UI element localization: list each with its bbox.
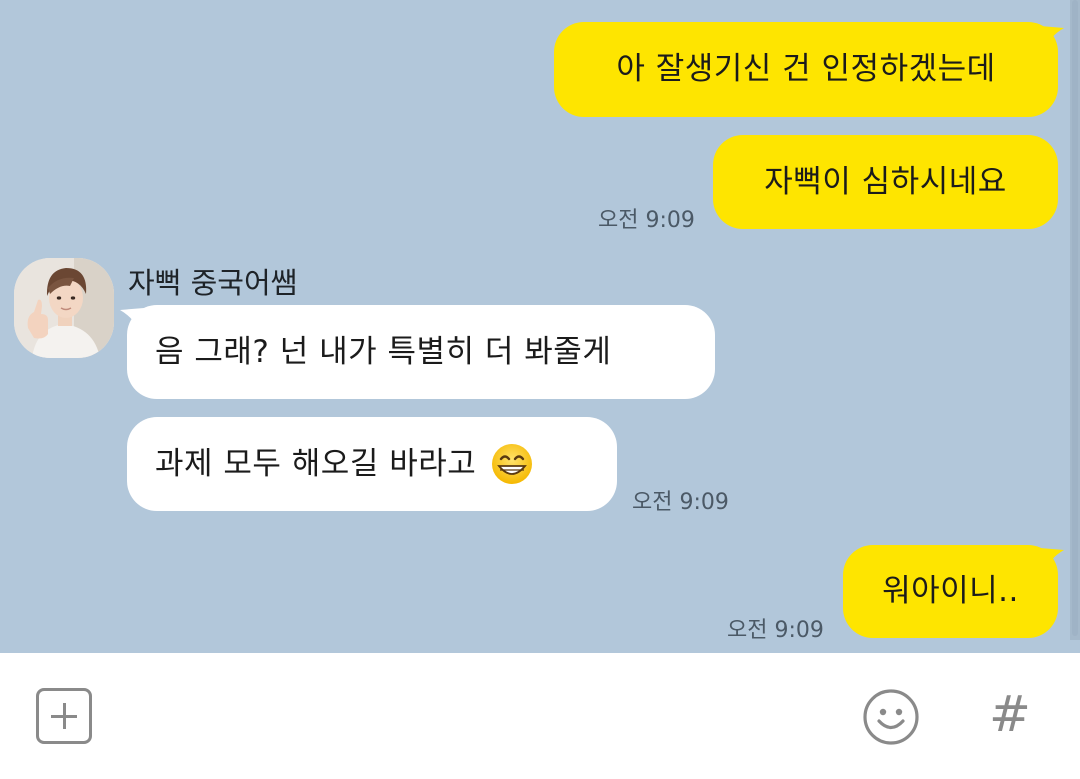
message-timestamp: 오전 9:09 [632,490,729,515]
message-text: 아 잘생기신 건 인정하겠는데 [616,51,996,87]
message-timestamp: 오전 9:09 [598,208,695,233]
message-text: 과제 모두 해오길 바라고 [155,445,477,482]
their-message-bubble[interactable]: 음 그래? 넌 내가 특별히 더 봐줄게 [127,305,715,399]
plus-square-icon[interactable] [36,688,92,744]
scrollbar[interactable] [1070,0,1080,640]
message-text: 음 그래? 넌 내가 특별히 더 봐줄게 [155,333,612,370]
grinning-face-emoji [492,444,533,484]
sender-name: 자뻑 중국어쌤 [128,266,298,300]
message-timestamp: 오전 9:09 [727,618,824,643]
bubble-tail [1040,548,1064,570]
chat-area[interactable]: 아 잘생기신 건 인정하겠는데 자뻑이 심하시네요 오전 9:09 자뻑 중국어… [0,0,1080,653]
my-message-bubble[interactable]: 워아이니.. [843,545,1058,638]
profile-photo [14,258,114,358]
my-message-bubble[interactable]: 아 잘생기신 건 인정하겠는데 [554,22,1058,117]
smiley-icon[interactable] [862,688,920,746]
their-message-bubble[interactable]: 과제 모두 해오길 바라고 [127,417,617,511]
scrollbar-thumb[interactable] [1072,0,1078,636]
message-text: 자뻑이 심하시네요 [764,163,1007,200]
my-message-bubble[interactable]: 자뻑이 심하시네요 [713,135,1058,229]
message-text: 워아이니.. [882,573,1019,609]
hash-icon[interactable]: # [986,686,1034,742]
avatar[interactable] [14,258,114,358]
bubble-tail [1040,26,1064,48]
